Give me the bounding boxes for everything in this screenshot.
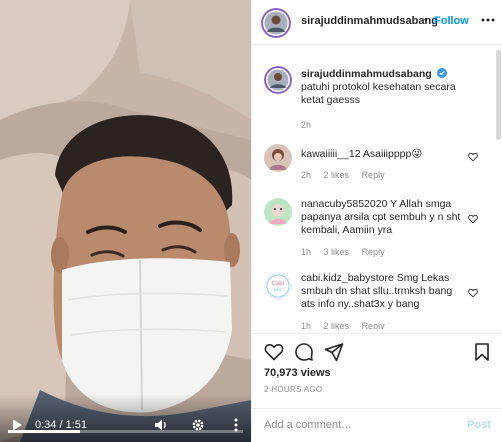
comment-emoji: 😜 [411,148,423,160]
comment-age: 1h [301,247,312,257]
caption-text: patuhi protokol kesehatan secara ketat g… [301,81,456,106]
svg-text:Cabi: Cabi [271,281,284,287]
more-horizontal-icon[interactable] [481,18,495,22]
comment-likes[interactable]: 2 likes [324,170,350,180]
caption-author[interactable]: sirajuddinmahmudsabang [301,68,432,80]
comment-reply[interactable]: Reply [362,321,385,329]
video-controls: 0:34 / 1:51 [0,394,251,442]
caption-age: 2h [301,120,312,130]
comment-input[interactable]: Add a comment… [264,419,352,431]
follow-button[interactable]: Follow [434,15,469,27]
avatar[interactable] [264,144,292,172]
avatar[interactable] [264,66,292,94]
bookmark-icon[interactable] [472,342,492,362]
verified-icon [436,68,447,78]
comment-body: nanacuby5852020 Y Allah smga papanya ars… [301,198,469,237]
add-comment-bar: Add a comment… Post [252,408,502,442]
header-username[interactable]: sirajuddinmahmudsabang [301,15,438,27]
heart-icon[interactable] [468,152,478,162]
comment-text: Asaiiipppp [362,148,412,160]
heart-icon[interactable] [468,214,478,224]
caption-body: sirajuddinmahmudsabang patuhi protokol k… [301,68,469,107]
post-actions: 70,973 views 2 HOURS AGO [252,333,502,408]
comment-age: 2h [301,170,312,180]
heart-icon[interactable] [468,288,478,298]
avatar[interactable]: Cabi KIDZ [264,272,292,300]
share-icon[interactable] [324,342,344,362]
post-header: sirajuddinmahmudsabang • Follow [252,0,502,45]
avatar[interactable] [264,198,292,226]
video-progress-fill [8,430,80,433]
comment-body: kawaiiiii__12 Asaiiipppp😜 [301,148,469,161]
video-player[interactable]: 0:34 / 1:51 [0,0,251,442]
heart-icon[interactable] [264,342,284,362]
separator-dot: • [424,14,428,26]
caption-meta: 2h [301,120,321,130]
comment-icon[interactable] [294,342,314,362]
video-frame [0,0,251,442]
comment-author[interactable]: kawaiiiii__12 [301,148,361,160]
comments-list[interactable]: sirajuddinmahmudsabang patuhi protokol k… [252,46,494,329]
comment-reply[interactable]: Reply [362,170,385,180]
video-progress-bar[interactable] [8,430,243,433]
svg-text:KIDZ: KIDZ [274,288,283,292]
comment-reply[interactable]: Reply [362,247,385,257]
comment-likes[interactable]: 2 likes [324,321,350,329]
comment-meta: 2h 2 likes Reply [301,170,395,180]
comment-likes[interactable]: 3 likes [324,247,350,257]
comment-author[interactable]: nanacuby5852020 [301,198,387,210]
post-button[interactable]: Post [467,419,491,431]
comment-body: cabi.kidz_babystore Smg Lekas smbuh dn s… [301,272,469,311]
comment-author[interactable]: cabi.kidz_babystore [301,272,394,284]
comment-meta: 1h 3 likes Reply [301,247,395,257]
view-count[interactable]: 70,973 views [264,367,331,379]
post-panel: sirajuddinmahmudsabang • Follow sirajudd… [251,0,502,442]
comment-age: 1h [301,321,312,329]
comments-scrollbar[interactable] [496,50,501,140]
post-timestamp[interactable]: 2 HOURS AGO [264,385,322,394]
comment-meta: 1h 2 likes Reply [301,321,395,329]
avatar[interactable] [261,8,291,38]
